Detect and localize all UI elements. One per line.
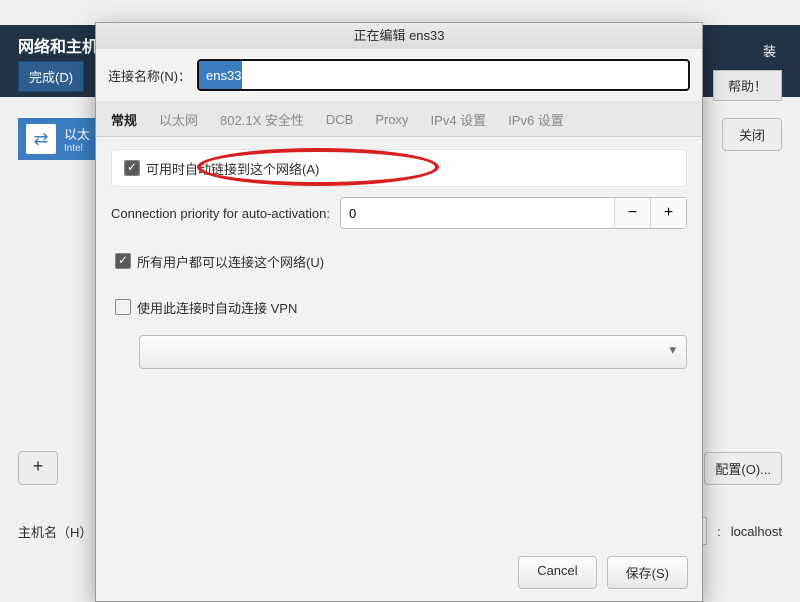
help-button[interactable]: 帮助！ [713, 70, 782, 101]
tab-body-general: 可用时自动链接到这个网络(A) Connection priority for … [96, 137, 702, 381]
tabs: 常规 以太网 802.1X 安全性 DCB Proxy IPv4 设置 IPv6… [96, 101, 702, 137]
all-users-checkbox[interactable] [115, 253, 131, 269]
current-hostname: localhost [731, 524, 782, 539]
device-vendor: Intel [64, 143, 90, 154]
auto-vpn-row[interactable]: 使用此连接时自动连接 VPN [111, 289, 687, 325]
tab-ipv6[interactable]: IPv6 设置 [508, 110, 564, 129]
all-users-label: 所有用户都可以连接这个网络(U) [137, 252, 324, 271]
install-indicator: 装 [757, 35, 782, 66]
connection-name-input[interactable] [197, 59, 690, 91]
priority-increment[interactable]: + [650, 198, 686, 228]
auto-connect-checkbox[interactable] [124, 160, 140, 176]
priority-label: Connection priority for auto-activation: [111, 206, 330, 221]
configure-button[interactable]: 配置(O)... [704, 452, 782, 485]
tab-general[interactable]: 常规 [111, 110, 137, 129]
device-name: 以太 [64, 124, 90, 143]
hostname-label: 主机名（H） [18, 522, 92, 541]
done-button[interactable]: 完成(D) [18, 61, 84, 92]
auto-connect-row[interactable]: 可用时自动链接到这个网络(A) [111, 149, 687, 187]
tab-ethernet[interactable]: 以太网 [159, 110, 198, 129]
tab-8021x[interactable]: 802.1X 安全性 [220, 110, 304, 129]
add-device-button[interactable]: + [18, 451, 58, 485]
cancel-button[interactable]: Cancel [518, 556, 596, 589]
auto-vpn-label: 使用此连接时自动连接 VPN [137, 298, 297, 317]
auto-vpn-checkbox[interactable] [115, 299, 131, 315]
connection-name-label: 连接名称(N)： [108, 66, 191, 85]
dialog-title: 正在编辑 ens33 [96, 23, 702, 49]
all-users-row[interactable]: 所有用户都可以连接这个网络(U) [111, 243, 687, 279]
tab-dcb[interactable]: DCB [326, 112, 353, 127]
auto-connect-label: 可用时自动链接到这个网络(A) [146, 159, 319, 178]
vpn-dropdown[interactable] [139, 335, 687, 369]
edit-connection-dialog: 正在编辑 ens33 连接名称(N)： 常规 以太网 802.1X 安全性 DC… [95, 22, 703, 602]
priority-decrement[interactable]: − [614, 198, 650, 228]
tab-proxy[interactable]: Proxy [375, 112, 408, 127]
close-button[interactable]: 关闭 [722, 118, 782, 151]
priority-input[interactable] [341, 199, 614, 227]
priority-spinner[interactable]: − + [340, 197, 687, 229]
page-title: 网络和主机 [18, 33, 98, 57]
ethernet-icon: ⇄ [26, 124, 56, 154]
tab-ipv4[interactable]: IPv4 设置 [431, 110, 487, 129]
save-button[interactable]: 保存(S) [607, 556, 688, 589]
